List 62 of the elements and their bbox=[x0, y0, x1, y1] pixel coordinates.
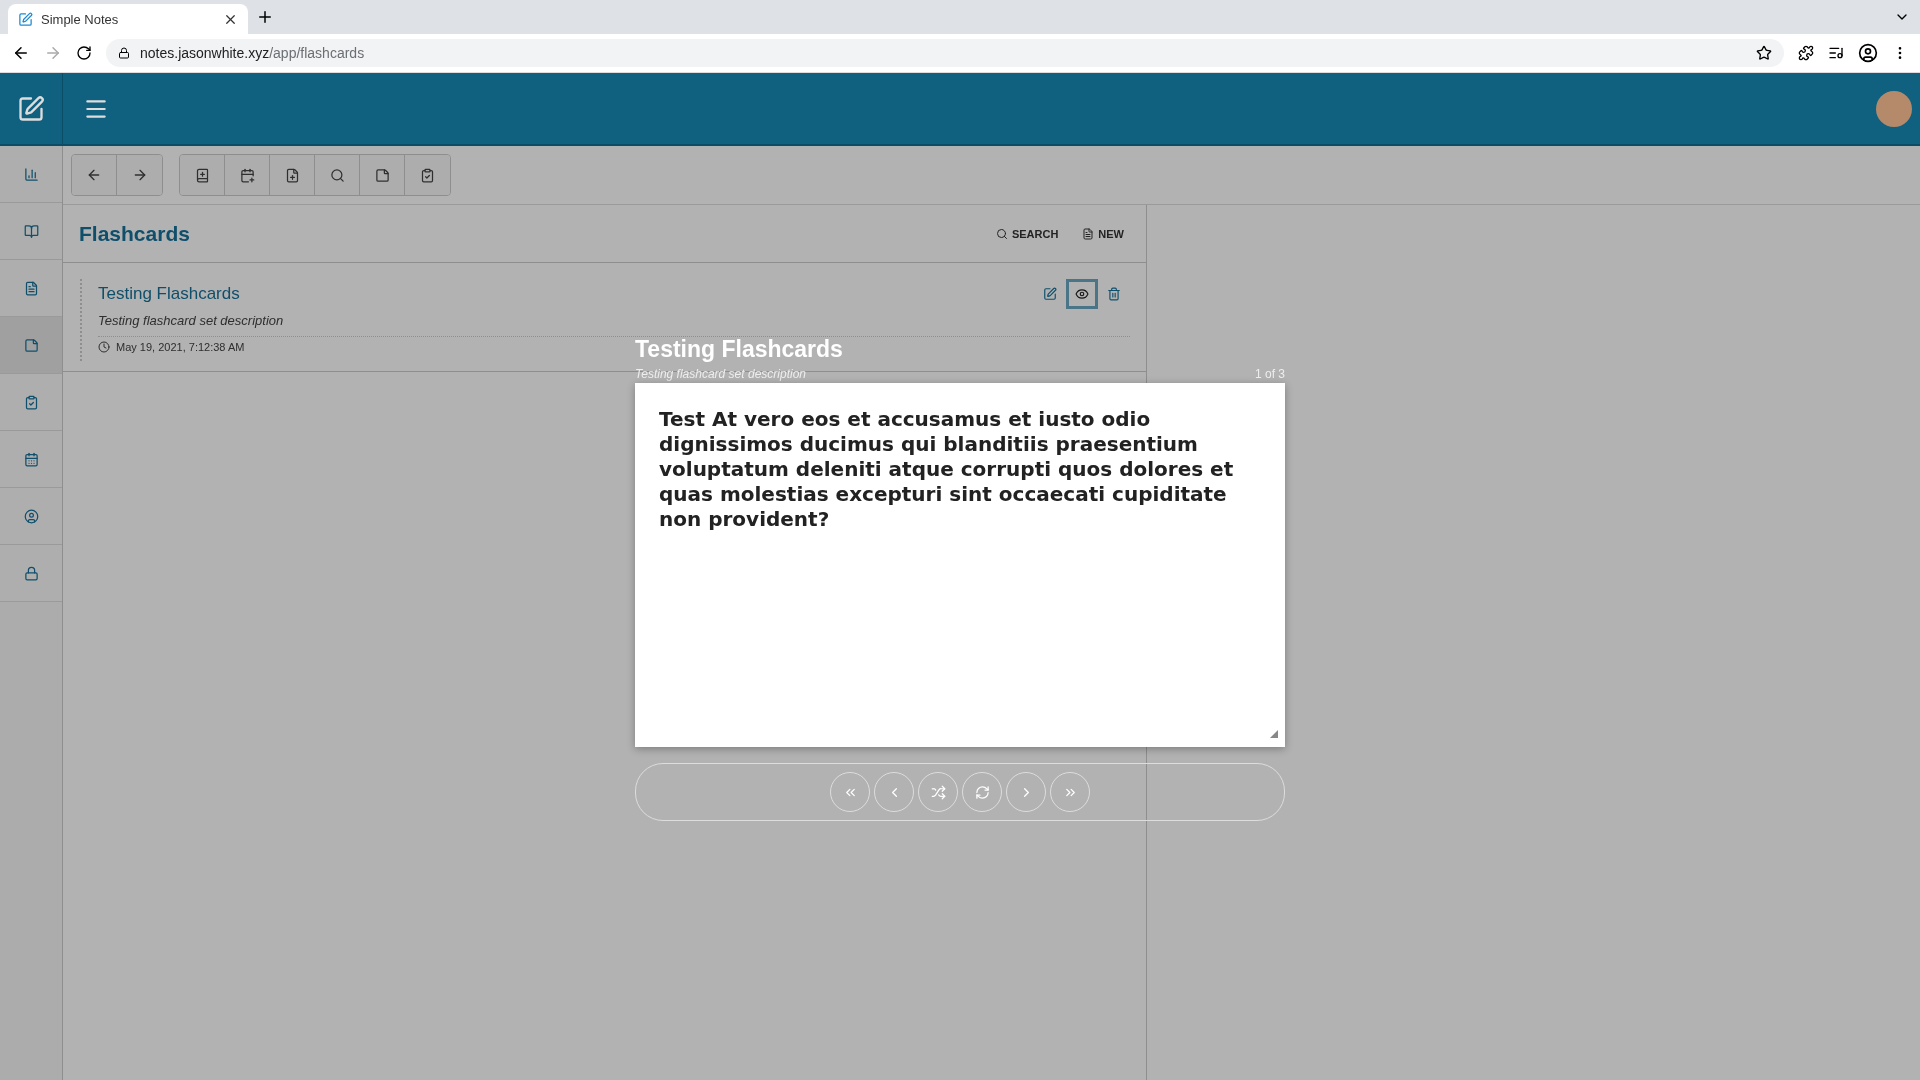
star-icon bbox=[1756, 45, 1772, 61]
puzzle-icon bbox=[1798, 45, 1814, 61]
note-button[interactable] bbox=[360, 155, 405, 195]
browser-tab[interactable]: Simple Notes bbox=[8, 4, 248, 34]
forward-icon bbox=[44, 44, 62, 62]
note-icon bbox=[374, 167, 390, 183]
back-button[interactable] bbox=[72, 155, 117, 195]
viewer-description: Testing flashcard set description bbox=[635, 367, 806, 381]
search-icon bbox=[995, 227, 1008, 240]
playlist-icon bbox=[1828, 45, 1844, 61]
set-description: Testing flashcard set description bbox=[98, 313, 1130, 337]
reload-icon bbox=[76, 45, 92, 61]
new-tab-icon bbox=[256, 8, 274, 26]
set-date: May 19, 2021, 7:12:38 AM bbox=[116, 341, 245, 353]
set-title-link[interactable]: Testing Flashcards bbox=[98, 284, 1034, 304]
forward-button[interactable] bbox=[117, 155, 162, 195]
clipboard-icon bbox=[420, 167, 435, 183]
back-icon bbox=[12, 44, 30, 62]
clock-icon bbox=[98, 341, 110, 353]
search-icon bbox=[329, 167, 345, 183]
card-text: Test At vero eos et accusamus et iusto odio dignissimos ducimus qui blanditiis praesentium voluptatum deleniti atque corrupti quos dolores et quas molestias excepturi sint occaecati cupiditate non provident? bbox=[659, 407, 1235, 532]
calendar-plus-icon bbox=[239, 167, 255, 183]
resize-handle-icon[interactable] bbox=[1270, 730, 1278, 738]
edit-icon bbox=[1043, 287, 1057, 301]
search-button[interactable]: SEARCH bbox=[989, 226, 1065, 241]
tab-title: Simple Notes bbox=[41, 11, 120, 27]
avatar[interactable] bbox=[1876, 90, 1912, 127]
flashcard[interactable] bbox=[635, 383, 1285, 747]
logo-icon bbox=[17, 94, 45, 123]
url-host: notes.jasonwhite.xyz bbox=[140, 45, 270, 61]
edit-icon bbox=[18, 11, 33, 27]
new-button[interactable]: NEW bbox=[1076, 226, 1130, 241]
clipboard-icon bbox=[23, 394, 39, 410]
note-icon bbox=[23, 337, 39, 353]
lock-icon bbox=[118, 47, 130, 59]
back-icon bbox=[86, 167, 102, 183]
shuffle-icon bbox=[930, 784, 946, 800]
search-button[interactable] bbox=[315, 155, 360, 195]
sidebar-item[interactable] bbox=[0, 317, 62, 374]
viewer-title: Testing Flashcards bbox=[635, 336, 844, 363]
user-icon bbox=[23, 508, 39, 524]
view-button[interactable] bbox=[1066, 279, 1098, 309]
calendar-icon bbox=[23, 451, 39, 467]
book-plus-button[interactable] bbox=[180, 155, 225, 195]
book-plus-icon bbox=[194, 167, 210, 183]
file-plus-icon bbox=[284, 167, 300, 183]
eye-icon bbox=[1075, 287, 1089, 301]
clipboard-button[interactable] bbox=[405, 155, 450, 195]
file-icon bbox=[23, 280, 39, 296]
address-bar[interactable]: notes.jasonwhite.xyz/app/flashcards bbox=[106, 39, 1784, 67]
new-icon bbox=[1082, 227, 1095, 240]
url-path: /app/flashcards bbox=[269, 45, 365, 61]
refresh-icon bbox=[974, 784, 990, 800]
page-title: Flashcards bbox=[79, 221, 191, 246]
profile-icon bbox=[1858, 43, 1878, 63]
lock-icon bbox=[23, 565, 39, 581]
book-icon bbox=[23, 223, 39, 239]
calendar-plus-button[interactable] bbox=[225, 155, 270, 195]
file-plus-button[interactable] bbox=[270, 155, 315, 195]
trash-icon bbox=[1107, 287, 1121, 301]
card-position: 1 of 3 bbox=[1254, 367, 1285, 381]
chart-icon bbox=[23, 166, 39, 182]
